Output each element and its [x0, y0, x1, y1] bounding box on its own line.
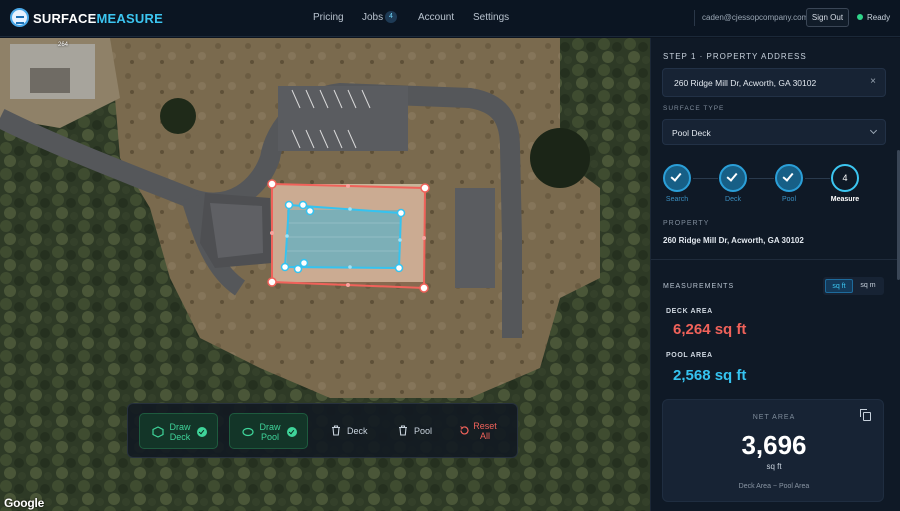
pool-area-label: POOL AREA: [666, 352, 713, 359]
nav-account[interactable]: Account: [418, 12, 454, 23]
property-value: 260 Ridge Mill Dr, Acworth, GA 30102: [663, 236, 804, 245]
status-dot-icon: [857, 14, 863, 20]
step-label-measure: Measure: [830, 196, 860, 203]
address-input[interactable]: 260 Ridge Mill Dr, Acworth, GA 30102: [674, 78, 816, 88]
panel-divider: [651, 259, 900, 260]
stepper-connector: [805, 178, 830, 179]
sign-out-button[interactable]: Sign Out: [806, 8, 849, 27]
step-label-deck: Deck: [725, 196, 741, 203]
draw-deck-label-1: Draw: [169, 422, 191, 432]
header-divider: [694, 10, 695, 26]
jobs-count-badge: 4: [385, 11, 397, 23]
draw-deck-button[interactable]: Draw Deck: [139, 413, 218, 449]
nav-pricing[interactable]: Pricing: [313, 12, 344, 23]
delete-deck-button[interactable]: Deck: [323, 413, 373, 449]
check-icon: [197, 427, 207, 437]
surface-type-value: Pool Deck: [672, 128, 711, 138]
check-icon: [726, 170, 738, 182]
pool-area-value: 2,568 sq ft: [673, 367, 747, 384]
chevron-down-icon: [869, 126, 878, 135]
reset-label-1: Reset: [473, 421, 497, 431]
deck-area-label: DECK AREA: [666, 308, 713, 315]
satellite-map[interactable]: 264 Google Draw Deck Draw Pool Deck Pool…: [0, 38, 650, 511]
ellipse-icon: [242, 427, 254, 437]
unit-sqm-button[interactable]: sq m: [854, 279, 882, 293]
reset-all-button[interactable]: Reset All: [453, 413, 508, 449]
trash-icon: [399, 425, 407, 436]
check-icon: [287, 427, 297, 437]
nav-settings[interactable]: Settings: [473, 12, 509, 23]
step-pool[interactable]: [775, 164, 803, 192]
net-area-label: NET AREA: [752, 414, 796, 421]
net-area-value: 3,696: [741, 430, 807, 460]
logo-icon: [10, 8, 29, 27]
draw-pool-label-1: Draw: [259, 422, 281, 432]
surface-type-label: SURFACE TYPE: [663, 105, 725, 112]
net-area-formula: Deck Area − Pool Area: [738, 483, 810, 490]
step-title: STEP 1 · PROPERTY ADDRESS: [663, 52, 807, 61]
pool-outline[interactable]: [283, 203, 403, 270]
step-label-pool: Pool: [781, 196, 796, 203]
google-attribution: Google: [4, 496, 45, 510]
delete-pool-button[interactable]: Pool: [390, 413, 440, 449]
delete-deck-label: Deck: [347, 426, 368, 436]
stepper-connector: [693, 178, 718, 179]
side-panel: STEP 1 · PROPERTY ADDRESS 260 Ridge Mill…: [650, 38, 900, 511]
check-icon: [782, 170, 794, 182]
logo[interactable]: SURFACEMEASURE: [33, 11, 163, 26]
draw-pool-button[interactable]: Draw Pool: [229, 413, 308, 449]
reset-icon: [460, 426, 469, 435]
top-bar: SURFACEMEASURE Pricing Jobs 4 Account Se…: [0, 0, 900, 37]
nav-jobs[interactable]: Jobs: [362, 12, 383, 23]
clear-address-icon[interactable]: ×: [870, 76, 876, 87]
surface-type-select[interactable]: Pool Deck: [662, 119, 886, 145]
step-measure[interactable]: 4: [831, 164, 859, 192]
delete-pool-label: Pool: [414, 426, 433, 436]
user-email: caden@cjessopcompany.com: [702, 13, 809, 22]
reset-label-2: All: [479, 431, 490, 441]
hexagon-icon: [152, 426, 164, 438]
net-area-card: NET AREA 3,696 sq ft Deck Area − Pool Ar…: [662, 399, 884, 502]
status-text: Ready: [867, 13, 891, 22]
step-search[interactable]: [663, 164, 691, 192]
step-label-search: Search: [665, 196, 689, 203]
address-field[interactable]: 260 Ridge Mill Dr, Acworth, GA 30102 ×: [662, 68, 886, 97]
unit-toggle: sq ft sq m: [823, 277, 884, 295]
draw-deck-label-2: Deck: [169, 432, 191, 442]
net-area-unit: sq ft: [766, 462, 782, 471]
stepper-connector: [749, 178, 774, 179]
drawing-toolbar: Draw Deck Draw Pool Deck Pool Reset All: [127, 403, 518, 458]
check-icon: [670, 170, 682, 182]
measurements-label: MEASUREMENTS: [663, 283, 735, 290]
unit-sqft-button[interactable]: sq ft: [825, 279, 853, 293]
step-deck[interactable]: [719, 164, 747, 192]
trash-icon: [332, 425, 340, 436]
property-label: PROPERTY: [663, 220, 710, 227]
deck-area-value: 6,264 sq ft: [673, 321, 747, 338]
draw-pool-label-2: Pool: [260, 432, 279, 442]
map-house-number: 264: [58, 42, 69, 48]
copy-icon[interactable]: [860, 409, 871, 421]
